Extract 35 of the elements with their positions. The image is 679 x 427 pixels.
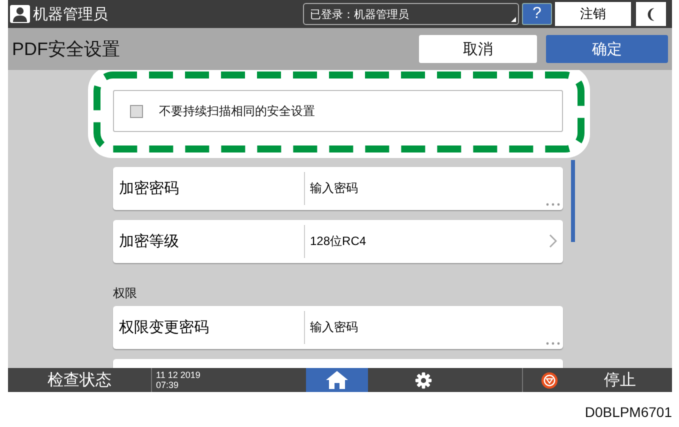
setting-row[interactable]: 加密等级 128位RC4 (113, 220, 563, 263)
login-status-field[interactable]: 已登录：机器管理员 (303, 3, 519, 25)
stop-button[interactable]: 停止 (522, 368, 672, 392)
scrollbar[interactable] (571, 160, 575, 242)
moon-icon (646, 6, 656, 22)
help-button[interactable]: ? (522, 3, 552, 25)
setting-value: 输入密码 (309, 180, 358, 197)
stop-icon (541, 372, 558, 388)
section-heading: 权限 (113, 285, 138, 301)
setting-row[interactable]: 权限变更密码 输入密码 (113, 306, 563, 349)
screen-title: PDF安全设置 (12, 38, 120, 61)
setting-label: 权限变更密码 (113, 311, 305, 344)
checkbox[interactable] (130, 104, 143, 118)
logout-button[interactable]: 注销 (555, 2, 631, 26)
setting-label: 加密密码 (113, 172, 305, 205)
setting-value: 输入密码 (309, 319, 358, 336)
cancel-button[interactable]: 取消 (419, 35, 537, 63)
home-icon (325, 370, 349, 390)
chevron-right-icon (549, 234, 557, 248)
gear-icon (414, 372, 432, 388)
home-button[interactable] (306, 368, 368, 392)
time-text: 07:39 (156, 380, 180, 390)
check-status-button[interactable]: 检查状态 (8, 368, 152, 392)
more-icon (546, 203, 560, 206)
figure-id: D0BLPM6701 (584, 404, 672, 420)
ok-button[interactable]: 确定 (546, 35, 668, 63)
more-icon (546, 342, 560, 345)
setting-row[interactable]: 加密密码 输入密码 (113, 167, 563, 210)
setting-value: 128位RC4 (309, 233, 366, 250)
setting-label: 加密等级 (113, 225, 305, 258)
night-mode-button[interactable] (636, 2, 666, 26)
option-label: 不要持续扫描相同的安全设置 (159, 102, 315, 120)
option-row[interactable]: 不要持续扫描相同的安全设置 (113, 90, 563, 132)
user-name: 机器管理员 (33, 4, 108, 24)
date-text: 11 12 2019 (156, 370, 202, 380)
